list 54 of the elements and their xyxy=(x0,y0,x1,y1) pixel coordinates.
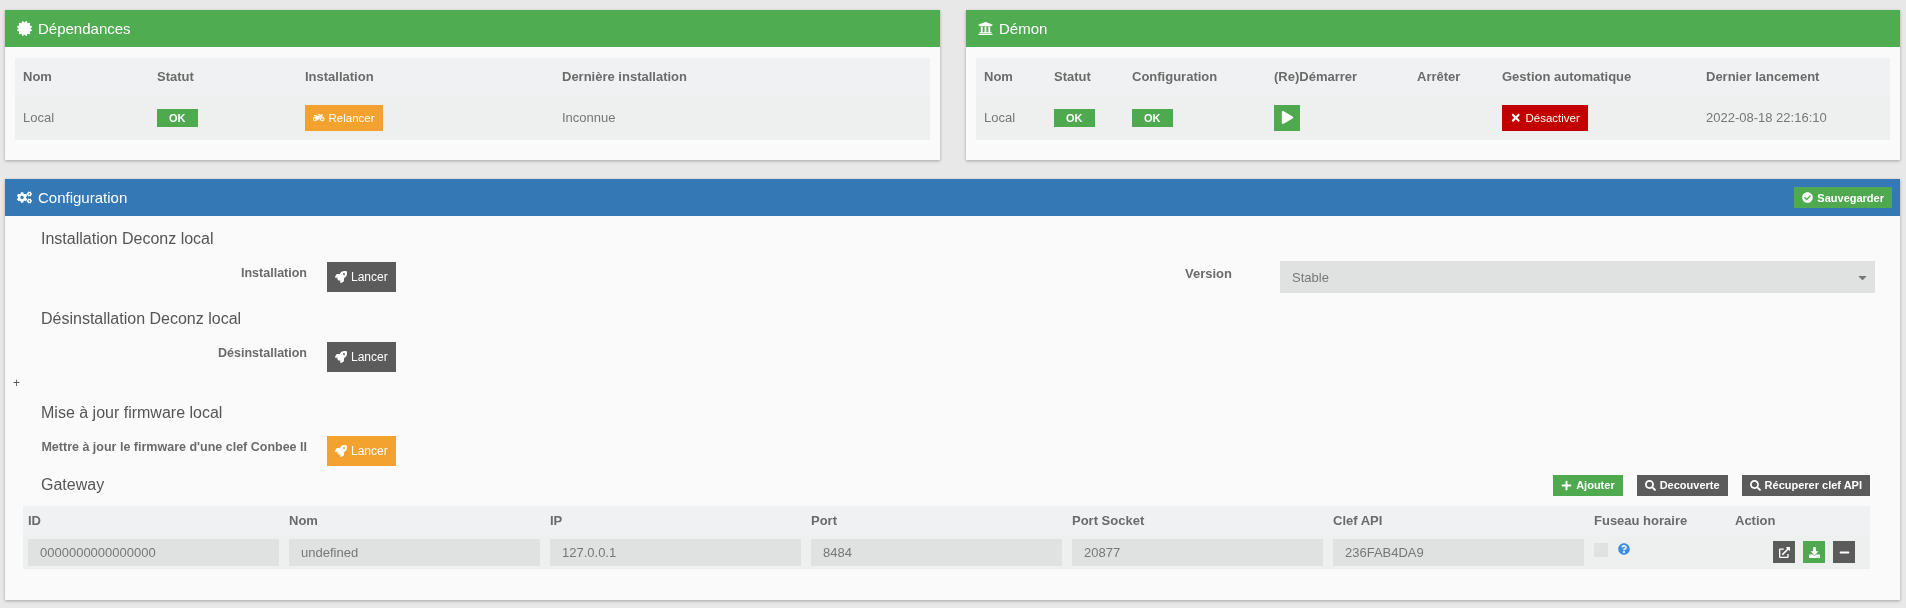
input-field[interactable]: 20877 xyxy=(1072,538,1323,566)
close-icon xyxy=(1510,111,1522,124)
plus-icon xyxy=(1561,479,1573,491)
search-icon xyxy=(1749,479,1761,491)
configuration-status-label: OK xyxy=(1132,108,1173,127)
relaunch-button[interactable]: Relancer xyxy=(305,104,383,131)
plus-mark: + xyxy=(12,376,21,390)
input-field[interactable]: 236FAB4DA9 xyxy=(1333,538,1584,566)
table-cell: 2022-08-18 22:16:10 xyxy=(1706,110,1827,125)
toolbar-button[interactable]: Decouverte xyxy=(1636,474,1728,496)
panel-title: Démon xyxy=(999,20,1048,37)
input-field[interactable]: 0000000000000000 xyxy=(28,538,279,566)
launch-button[interactable]: Lancer xyxy=(327,436,396,466)
section-title: Installation Deconz local xyxy=(41,230,214,247)
status-label: OK xyxy=(157,108,198,127)
launch-button[interactable]: Lancer xyxy=(327,342,396,372)
panel-title: Configuration xyxy=(38,189,128,206)
remove-button[interactable] xyxy=(1833,541,1855,563)
save-button[interactable]: Sauvegarder xyxy=(1794,187,1892,208)
help-icon xyxy=(1618,543,1630,555)
input-field[interactable]: 8484 xyxy=(811,538,1062,566)
toolbar-button[interactable]: Récuperer clef API xyxy=(1741,474,1870,496)
play-icon xyxy=(1280,111,1294,124)
input-field[interactable]: 127.0.0.1 xyxy=(550,538,801,566)
rocket-icon xyxy=(335,271,347,283)
field-label: Installation xyxy=(240,266,308,280)
field-label: Version xyxy=(1185,265,1233,281)
section-title: Désinstallation Deconz local xyxy=(41,310,242,327)
launch-button[interactable]: Lancer xyxy=(327,262,396,292)
download-button[interactable] xyxy=(1803,541,1825,563)
version-select[interactable]: Stable xyxy=(1280,261,1875,293)
building-icon xyxy=(978,21,993,36)
cogs-icon xyxy=(17,190,32,205)
section-title: Gateway xyxy=(41,476,105,494)
input-field[interactable]: undefined xyxy=(289,538,540,566)
toolbar-button[interactable]: Ajouter xyxy=(1553,474,1623,496)
play-button[interactable] xyxy=(1274,104,1300,131)
motorcycle-icon xyxy=(313,111,325,124)
badge-icon xyxy=(17,21,32,36)
status-label: OK xyxy=(1054,108,1095,127)
section-title: Mise à jour firmware local xyxy=(41,404,223,421)
table-cell: Local xyxy=(984,110,1016,125)
search-icon xyxy=(1644,479,1656,491)
panel-title: Dépendances xyxy=(38,20,131,37)
external-link-button[interactable] xyxy=(1773,541,1795,563)
field-label: Désinstallation xyxy=(217,346,308,360)
field-label: Mettre à jour le firmware d'une clef Conbee II xyxy=(40,440,308,454)
deactivate-button[interactable]: Désactiver xyxy=(1502,104,1588,131)
rocket-icon xyxy=(335,445,347,457)
table-cell: Local xyxy=(23,110,55,125)
download-icon xyxy=(1808,546,1820,558)
table-cell: Inconnue xyxy=(562,110,616,125)
external-link-icon xyxy=(1778,546,1790,558)
rocket-icon xyxy=(335,351,347,363)
